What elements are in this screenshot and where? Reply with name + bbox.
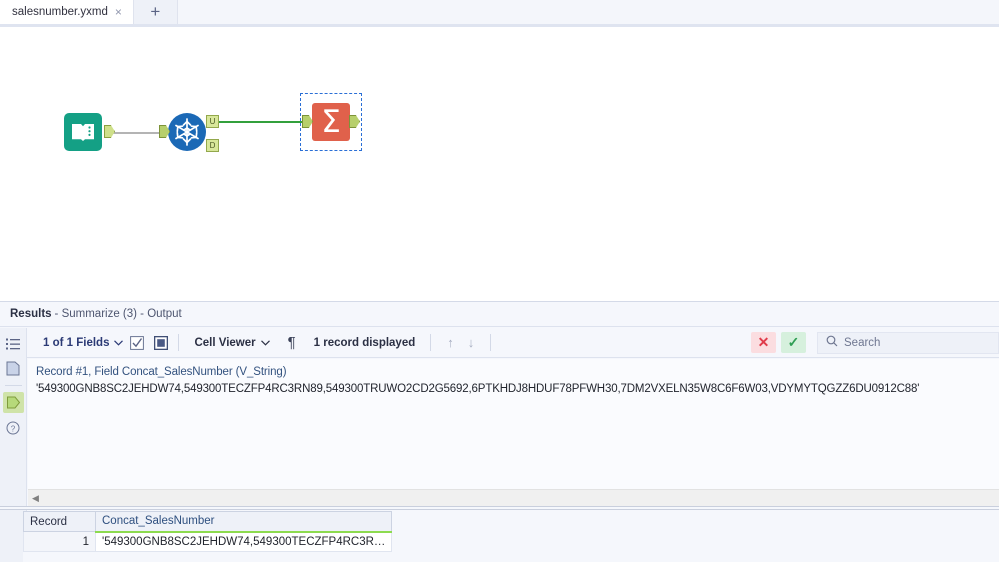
chevron-down-icon [114, 338, 124, 348]
column-header-record[interactable]: Record [23, 511, 96, 532]
output-anchor-icon[interactable] [2, 392, 24, 413]
summarize-tool[interactable]: Σ [300, 93, 362, 151]
output-anchor[interactable] [104, 125, 115, 138]
search-icon [826, 334, 838, 352]
results-source-label: - Summarize (3) - Output [54, 308, 182, 320]
unique-output-port-u[interactable]: U [206, 115, 219, 128]
chevron-down-icon [260, 338, 270, 348]
workflow-tab-label: salesnumber.yxmd [12, 6, 108, 18]
toolbar-divider [490, 334, 492, 351]
results-panel: Results - Summarize (3) - Output ? 1 of … [0, 301, 999, 562]
previous-record-icon[interactable]: ↑ [440, 335, 461, 350]
panel-splitter[interactable] [0, 506, 999, 510]
deselect-all-icon[interactable] [153, 335, 169, 351]
snowflake-icon [168, 113, 206, 151]
metadata-icon[interactable] [3, 358, 24, 379]
table-row[interactable]: 1 '549300GNB8SC2JEHDW74,549300TECZFP4RC3… [23, 531, 393, 552]
cell-concat-salesnumber[interactable]: '549300GNB8SC2JEHDW74,549300TECZFP4RC3R… [94, 531, 393, 552]
confirm-button[interactable]: ✓ [781, 332, 806, 353]
input-data-tool[interactable] [64, 113, 115, 151]
toolbar-divider [430, 334, 432, 351]
alteryx-designer-window: salesnumber.yxmd × + U D Σ Results - Sum… [0, 0, 999, 562]
new-tab-button[interactable]: + [133, 0, 178, 24]
list-view-icon[interactable] [3, 333, 24, 354]
cell-viewer-value[interactable]: '549300GNB8SC2JEHDW74,549300TECZFP4RC3RN… [28, 378, 999, 395]
unique-tool[interactable]: U D [159, 113, 219, 152]
connection-unique-to-summarize[interactable] [212, 121, 304, 123]
column-header-concat-salesnumber[interactable]: Concat_SalesNumber [94, 511, 393, 533]
book-icon [64, 113, 102, 151]
workflow-canvas[interactable]: U D Σ [0, 27, 999, 301]
close-icon[interactable]: × [114, 6, 123, 18]
help-icon[interactable]: ? [3, 417, 24, 438]
results-table: Record Concat_SalesNumber 1 '549300GNB8S… [23, 511, 393, 552]
cell-viewer-label: Cell Viewer [194, 336, 256, 349]
record-count-label: 1 record displayed [313, 336, 416, 349]
results-label: Results [10, 308, 52, 320]
unique-output-port-d[interactable]: D [206, 139, 219, 152]
next-record-icon[interactable]: ↓ [461, 335, 482, 350]
select-all-icon[interactable] [129, 335, 145, 351]
svg-text:?: ? [11, 424, 16, 433]
table-header-row: Record Concat_SalesNumber [23, 511, 393, 533]
cell-viewer-selector[interactable]: Cell Viewer [188, 337, 275, 349]
scroll-left-icon[interactable]: ◀ [28, 490, 43, 507]
toolbar-divider [178, 334, 180, 351]
tab-bar-empty-space [177, 0, 999, 24]
fields-selector[interactable]: 1 of 1 Fields [37, 337, 129, 349]
results-toolbar: 1 of 1 Fields Cell Viewer ¶ 1 record dis… [27, 328, 999, 358]
cell-viewer-panel: Record #1, Field Concat_SalesNumber (V_S… [28, 359, 999, 489]
workflow-tab-bar: salesnumber.yxmd × + [0, 0, 999, 24]
cell-viewer-header: Record #1, Field Concat_SalesNumber (V_S… [36, 366, 287, 378]
results-panel-title: Results - Summarize (3) - Output [0, 302, 999, 327]
scroll-track[interactable] [43, 490, 999, 507]
cell-viewer-horizontal-scrollbar[interactable]: ◀ [28, 489, 999, 506]
results-data-grid[interactable]: Record Concat_SalesNumber 1 '549300GNB8S… [23, 511, 999, 562]
toolbar-right-group: ✕ ✓ [751, 331, 999, 354]
search-input[interactable] [844, 336, 990, 349]
cancel-button[interactable]: ✕ [751, 332, 776, 353]
cell-record-number: 1 [23, 531, 96, 552]
sigma-icon: Σ [312, 103, 350, 141]
fields-selector-label: 1 of 1 Fields [43, 336, 110, 349]
workflow-tab[interactable]: salesnumber.yxmd × [0, 0, 134, 24]
pilcrow-icon[interactable]: ¶ [284, 334, 300, 351]
rail-divider [4, 385, 22, 386]
search-box[interactable] [817, 331, 999, 354]
